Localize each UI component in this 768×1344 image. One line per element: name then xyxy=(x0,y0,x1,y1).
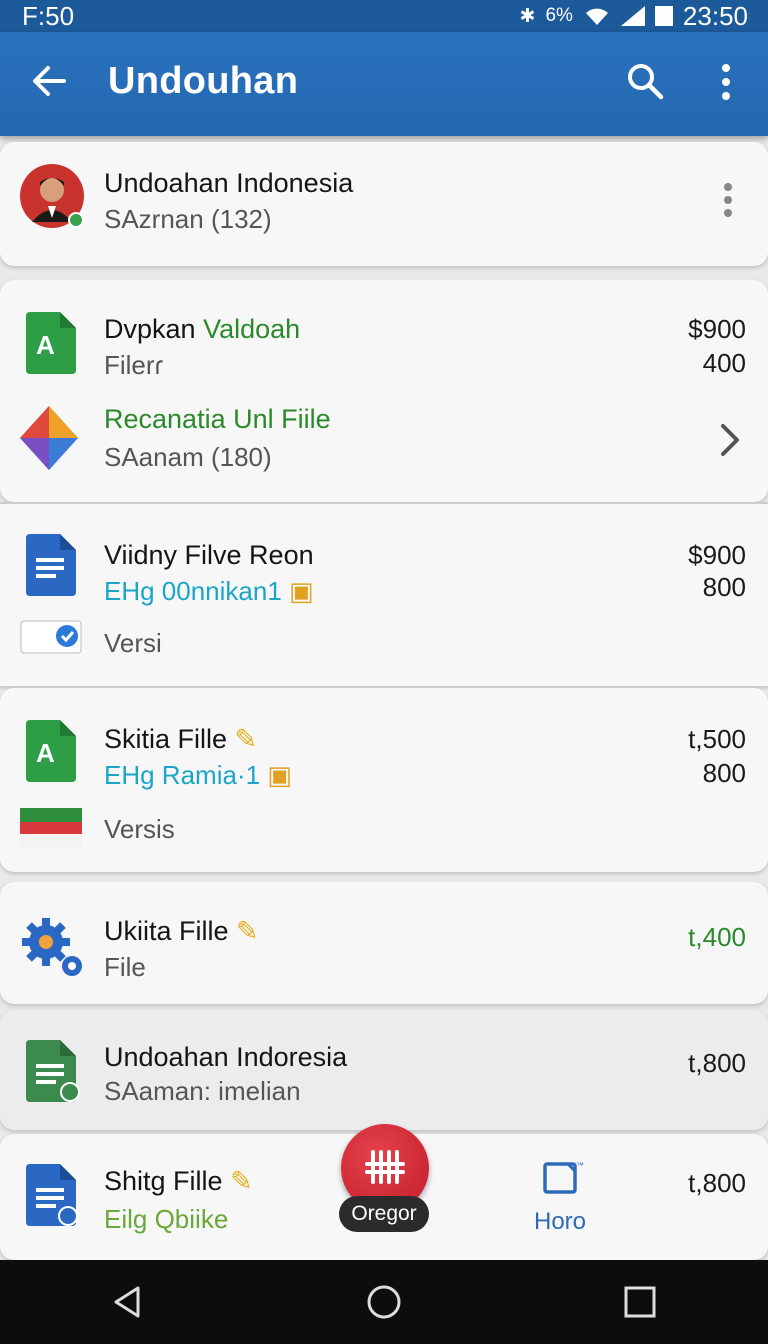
system-nav-bar xyxy=(0,1260,768,1344)
more-vertical-icon[interactable] xyxy=(712,60,740,104)
folder-icon: ▣ xyxy=(267,760,292,790)
item-amount: t,500 xyxy=(688,724,746,754)
item-amount: $900 xyxy=(688,314,746,344)
item-subtitle: Eilg Qbiike xyxy=(104,1204,229,1234)
arrow-left-icon[interactable] xyxy=(28,60,70,102)
file-card[interactable]: A Skitia Fille ✎ EHg Ramia·1 ▣ Versis t,… xyxy=(0,688,768,872)
checkbox-icon[interactable] xyxy=(20,620,82,654)
document-icon xyxy=(26,1164,78,1226)
home-circle-icon[interactable] xyxy=(364,1282,404,1322)
fab-label[interactable]: Oregor xyxy=(339,1196,429,1232)
svg-text:™: ™ xyxy=(576,1161,584,1170)
file-card[interactable]: Viidny Filve Reon EHg 00nnikan1 ▣ Versi … xyxy=(0,504,768,686)
folder-icon: ▣ xyxy=(289,576,314,606)
item-title: Ukiita Fille ✎ xyxy=(104,916,259,946)
item-title: Recanatia Unl Fiile xyxy=(104,404,331,434)
spreadsheet-icon: A xyxy=(26,312,76,374)
list-item[interactable]: Recanatia Unl Fiile SAanam (180) xyxy=(0,390,768,502)
flag-icon xyxy=(20,808,82,848)
item-title: Shitg Fille ✎ xyxy=(104,1166,253,1196)
item-subtitle: EHg 00nnikan1 ▣ xyxy=(104,576,314,606)
pencil-icon: ✎ xyxy=(230,1166,253,1196)
status-bar: F:50 ✱ 6% 23:50 xyxy=(0,0,768,32)
item-title: Dvpkan Valdoah xyxy=(104,314,301,344)
status-time: 23:50 xyxy=(682,0,748,31)
pencil-icon: ✎ xyxy=(236,916,259,946)
item-amount-secondary: 400 xyxy=(702,348,746,378)
file-card[interactable]: Undoahan Indoresia SAaman: imelian t,800 xyxy=(0,1010,768,1130)
item-extra: Versis xyxy=(104,814,175,844)
sheet-doc-icon xyxy=(26,1040,80,1102)
more-vertical-icon[interactable] xyxy=(720,182,736,218)
item-subtitle: SAaman: imelian xyxy=(104,1076,301,1106)
search-icon[interactable] xyxy=(624,60,666,102)
recents-square-icon[interactable] xyxy=(620,1282,660,1322)
item-amount-secondary: 800 xyxy=(702,758,746,788)
list-item[interactable]: A Dvpkan Valdoah Filerɾ $900 400 xyxy=(0,280,768,390)
chevron-right-icon[interactable] xyxy=(718,422,742,458)
item-subtitle: Filerɾ xyxy=(104,350,164,380)
item-subtitle: EHg Ramia·1 ▣ xyxy=(104,760,292,790)
status-left-text: F:50 xyxy=(22,0,75,31)
item-subtitle: File xyxy=(104,952,146,982)
bluetooth-icon: ✱ xyxy=(519,5,536,27)
item-title: Skitia Fille ✎ xyxy=(104,724,258,754)
item-amount: t,800 xyxy=(688,1048,746,1078)
battery-icon xyxy=(654,6,673,26)
item-amount: t,400 xyxy=(688,922,746,952)
file-list-card: A Dvpkan Valdoah Filerɾ $900 400 Recanat… xyxy=(0,280,768,502)
header-subtitle: SAzrnan (132) xyxy=(104,204,272,234)
svg-text:A: A xyxy=(36,738,55,768)
item-extra: Versi xyxy=(104,628,162,658)
wifi-icon xyxy=(585,8,608,25)
nav-item-horo[interactable]: Horo xyxy=(534,1208,586,1236)
avatar xyxy=(20,164,84,228)
header-title: Undoahan Indonesia xyxy=(104,168,354,198)
svg-text:A: A xyxy=(36,330,55,360)
item-title: Viidny Filve Reon xyxy=(104,540,314,570)
item-subtitle: SAanam (180) xyxy=(104,442,272,472)
battery-percent: 6% xyxy=(545,5,573,26)
spreadsheet-icon: A xyxy=(26,720,76,782)
header-card[interactable]: Undoahan Indonesia SAzrnan (132) xyxy=(0,142,768,266)
tab-icon[interactable]: ™ xyxy=(542,1158,586,1198)
file-card[interactable]: Ukiita Fille ✎ File t,400 xyxy=(0,882,768,1004)
signal-icon xyxy=(620,6,645,26)
item-amount: t,800 xyxy=(688,1168,746,1198)
item-amount-secondary: 800 xyxy=(702,572,746,602)
item-amount: $900 xyxy=(688,540,746,570)
app-bar: Undouhan xyxy=(0,32,768,136)
document-icon xyxy=(26,534,76,596)
drive-icon xyxy=(20,406,78,470)
pencil-icon: ✎ xyxy=(234,724,258,754)
item-title: Undoahan Indoresia xyxy=(104,1042,348,1072)
gear-icon xyxy=(22,918,82,976)
back-triangle-icon[interactable] xyxy=(108,1282,148,1322)
page-title: Undouhan xyxy=(108,60,299,102)
